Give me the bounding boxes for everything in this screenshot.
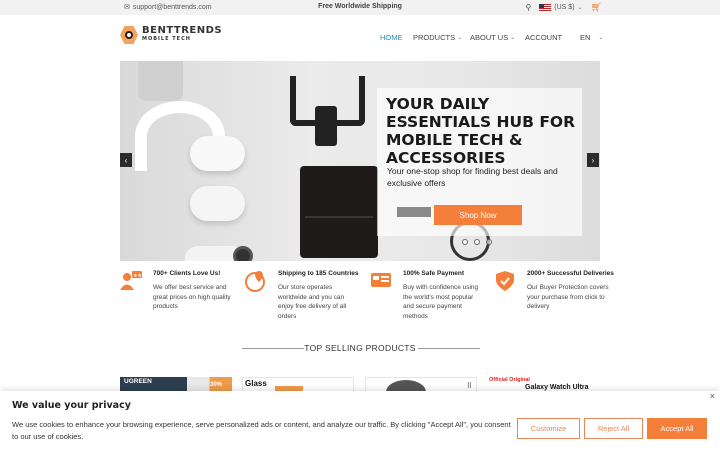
discount-badge: 30%	[210, 382, 223, 388]
product-brand: UGREEN	[124, 378, 152, 385]
us-flag-icon	[539, 3, 552, 12]
svg-text:★★: ★★	[133, 273, 142, 279]
currency-label: (US $)	[554, 4, 575, 11]
cookie-title: We value your privacy	[12, 400, 131, 411]
carousel-dot[interactable]	[462, 239, 468, 245]
hero-title: YOUR DAILY ESSENTIALS HUB FOR MOBILE TEC…	[386, 95, 576, 167]
feature-title: 700+ Clients Love Us!	[153, 270, 221, 277]
divider	[418, 348, 480, 349]
feature-text: Our Buyer Protection covers your purchas…	[527, 284, 609, 310]
product-label: Glass	[245, 379, 267, 388]
currency-selector[interactable]: (US $) ⌄	[539, 3, 583, 12]
accept-all-button[interactable]: Accept All	[647, 418, 707, 439]
shipping-notice: Free Worldwide Shipping	[318, 3, 402, 10]
globe-location-icon	[245, 271, 265, 292]
clients-icon: ★★	[120, 271, 142, 290]
hero-image-compass	[233, 246, 253, 261]
more-icon: ⠿	[466, 383, 472, 390]
language-selector[interactable]: EN ⌄	[580, 33, 603, 42]
chevron-down-icon: ⌄	[577, 5, 583, 11]
carousel-dot[interactable]	[474, 239, 480, 245]
carousel-dots	[462, 239, 492, 245]
logo-text: BENTTRENDS MOBILE TECH	[142, 25, 223, 43]
chevron-down-icon: ⌄	[457, 35, 463, 41]
hero-image-phone	[138, 61, 183, 101]
cookie-text: We use cookies to enhance your browsing …	[12, 420, 511, 441]
hero-banner: YOUR DAILY ESSENTIALS HUB FOR MOBILE TEC…	[120, 61, 600, 261]
product-tag: Official Original	[489, 377, 530, 383]
logo-mark-icon	[120, 26, 138, 44]
nav-products[interactable]: PRODUCTS ⌄	[413, 33, 462, 42]
cart-icon[interactable]: 🛒︎	[591, 2, 602, 13]
carousel-prev-button[interactable]: ‹	[120, 153, 132, 167]
feature-text: Buy with confidence using the world's mo…	[403, 284, 479, 320]
site-logo[interactable]: BENTTRENDS MOBILE TECH	[120, 26, 222, 44]
chevron-down-icon: ⌄	[598, 35, 604, 41]
carousel-next-button[interactable]: ›	[587, 153, 599, 167]
reject-all-button[interactable]: Reject All	[584, 418, 643, 439]
top-bar: ✉ support@benttrends.com Free Worldwide …	[0, 0, 720, 15]
feature-title: 2000+ Successful Deliveries	[527, 270, 614, 277]
hero-decor-bar	[397, 207, 431, 217]
feature-title: 100% Safe Payment	[403, 270, 465, 277]
close-icon[interactable]: ×	[710, 391, 715, 401]
feature-text: Our store operates worldwide and you can…	[278, 284, 347, 320]
chevron-down-icon: ⌄	[510, 35, 516, 41]
carousel-dot[interactable]	[486, 239, 492, 245]
section-title: TOP SELLING PRODUCTS	[304, 343, 416, 353]
nav-home[interactable]: HOME	[380, 33, 403, 42]
nav-account[interactable]: ACCOUNT	[525, 33, 562, 42]
payment-card-icon	[371, 273, 391, 287]
shield-check-icon	[496, 271, 514, 291]
cookie-banner: × We value your privacy We use cookies t…	[0, 391, 720, 450]
product-name: Galaxy Watch Ultra	[525, 384, 589, 391]
feature-text: We offer best service and great prices o…	[153, 284, 231, 310]
customize-button[interactable]: Customize	[517, 418, 580, 439]
nav-about[interactable]: ABOUT US ⌄	[470, 33, 515, 42]
feature-title: Shipping to 185 Countries	[278, 270, 359, 277]
search-icon[interactable]: ⚲	[525, 3, 531, 12]
shop-now-button[interactable]: Shop Now	[434, 205, 522, 225]
hero-subtitle: Your one-stop shop for finding best deal…	[387, 166, 558, 188]
hero-image-wallet	[300, 166, 378, 258]
